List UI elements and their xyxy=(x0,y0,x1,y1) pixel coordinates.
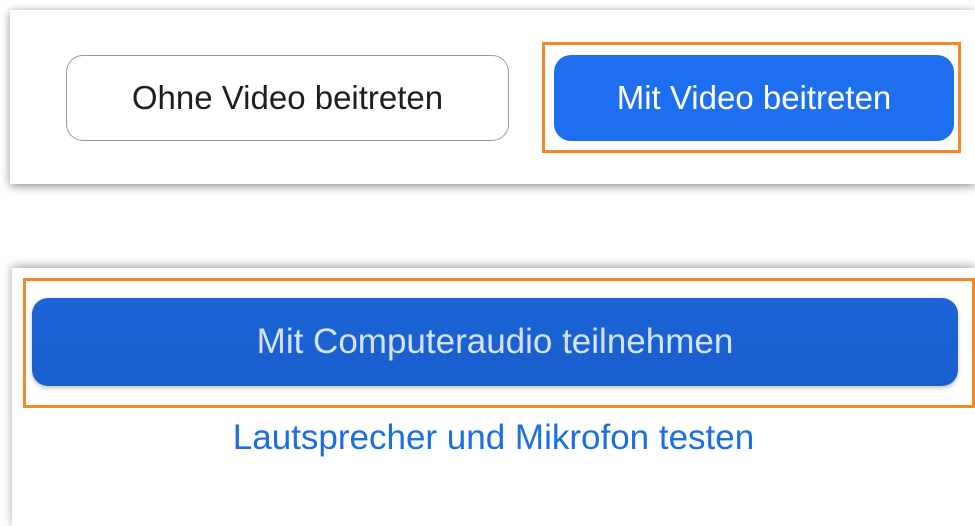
video-choice-panel: Ohne Video beitreten Mit Video beitreten xyxy=(10,10,975,184)
join-without-video-button[interactable]: Ohne Video beitreten xyxy=(66,55,509,141)
join-with-video-button[interactable]: Mit Video beitreten xyxy=(554,55,954,141)
audio-choice-panel: Mit Computeraudio teilnehmen Lautspreche… xyxy=(12,268,975,526)
join-with-computer-audio-button[interactable]: Mit Computeraudio teilnehmen xyxy=(32,298,958,386)
test-speaker-and-microphone-link[interactable]: Lautsprecher und Mikrofon testen xyxy=(12,418,975,458)
